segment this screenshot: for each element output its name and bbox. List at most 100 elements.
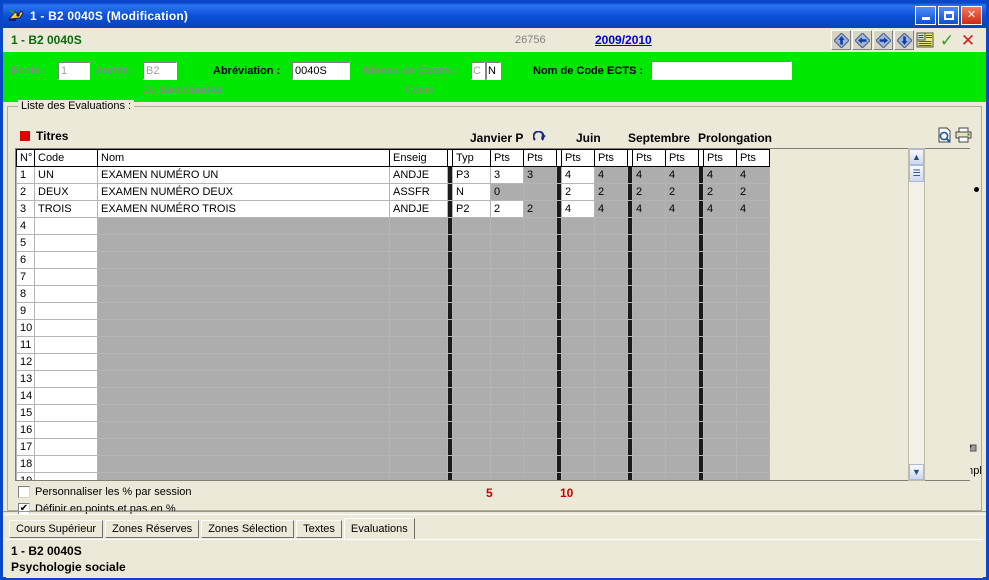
grid-cell[interactable]: 2 [594, 183, 628, 201]
grid-cell[interactable] [703, 455, 737, 473]
grid-cell[interactable] [703, 404, 737, 422]
grid-cell[interactable]: 18 [16, 455, 35, 473]
nav-next-button[interactable] [873, 30, 893, 50]
grid-cell[interactable]: EXAMEN NUMÉRO DEUX [97, 183, 390, 201]
grid-cell[interactable] [389, 251, 448, 269]
grid-cell[interactable]: UN [34, 166, 98, 184]
redo-icon[interactable] [532, 130, 547, 147]
grid-cell[interactable] [490, 370, 524, 388]
grid-cell[interactable] [736, 421, 770, 439]
grid-cell[interactable] [97, 251, 390, 269]
table-row[interactable]: 4 [16, 217, 770, 235]
grid-cell[interactable] [736, 268, 770, 286]
grid-cell[interactable]: 13 [16, 370, 35, 388]
grid-cell[interactable] [452, 336, 491, 354]
grid-cell[interactable] [97, 217, 390, 235]
grid-cell[interactable]: 3 [490, 166, 524, 184]
grid-cell[interactable] [97, 353, 390, 371]
grid-cell[interactable] [703, 251, 737, 269]
grid-cell[interactable] [561, 319, 595, 337]
grid-cell[interactable]: 4 [594, 166, 628, 184]
scroll-up-button[interactable]: ▲ [909, 149, 924, 165]
table-row[interactable]: 17 [16, 438, 770, 456]
grid-cell[interactable] [523, 472, 557, 480]
grid-cell[interactable]: 16 [16, 421, 35, 439]
grid-cell[interactable] [594, 404, 628, 422]
grid-cell[interactable]: 6 [16, 251, 35, 269]
table-row[interactable]: 16 [16, 421, 770, 439]
grid-cell[interactable]: 2 [665, 183, 699, 201]
grid-col-pts[interactable]: Pts [703, 149, 737, 167]
grid-vertical-scrollbar[interactable]: ▲ ☰ ▼ [908, 148, 925, 481]
grid-cell[interactable] [736, 251, 770, 269]
grid-cell[interactable]: 14 [16, 387, 35, 405]
grid-cell[interactable]: 4 [632, 166, 666, 184]
niveau-type-field[interactable] [486, 62, 501, 80]
grid-cell[interactable] [736, 302, 770, 320]
grid-cell[interactable] [665, 336, 699, 354]
minimize-button[interactable] [915, 6, 936, 25]
grid-cell[interactable] [561, 251, 595, 269]
grid-cell[interactable] [594, 319, 628, 337]
grid-cell[interactable] [389, 370, 448, 388]
grid-cell[interactable] [632, 268, 666, 286]
grid-cell[interactable]: N [452, 183, 491, 201]
grid-cell[interactable]: 15 [16, 404, 35, 422]
grid-cell[interactable] [632, 302, 666, 320]
grid-cell[interactable] [389, 438, 448, 456]
grid-cell[interactable]: 2 [632, 183, 666, 201]
grid-cell[interactable] [703, 285, 737, 303]
grid-cell[interactable] [490, 302, 524, 320]
grid-cell[interactable] [665, 319, 699, 337]
grid-cell[interactable] [523, 336, 557, 354]
table-row[interactable]: 1 UN EXAMEN NUMÉRO UN ANDJE P3 3 3 4 4 4 4 4 4 [16, 166, 770, 184]
table-row[interactable]: 14 [16, 387, 770, 405]
grid-cell[interactable] [594, 353, 628, 371]
tab-evaluations[interactable]: Evaluations [343, 518, 415, 539]
grid-cell[interactable] [452, 404, 491, 422]
grid-col-pts[interactable]: Pts [523, 149, 557, 167]
niveau-code-field[interactable] [471, 62, 485, 80]
grid-cell[interactable]: 1 [16, 166, 35, 184]
grid-cell[interactable]: 17 [16, 438, 35, 456]
grid-cell[interactable] [34, 438, 98, 456]
grid-cell[interactable] [561, 285, 595, 303]
grid-cell[interactable] [523, 302, 557, 320]
grid-cell[interactable]: 7 [16, 268, 35, 286]
grid-cell[interactable]: 3 [16, 200, 35, 218]
grid-cell[interactable] [490, 353, 524, 371]
nav-last-button[interactable] [894, 30, 914, 50]
grid-cell[interactable] [665, 353, 699, 371]
personnaliser-option[interactable]: Personnaliser les % par session [18, 486, 192, 498]
grid-cell[interactable]: 2 [736, 183, 770, 201]
grid-cell[interactable]: EXAMEN NUMÉRO UN [97, 166, 390, 184]
personnaliser-checkbox[interactable] [18, 486, 30, 498]
grid-cell[interactable] [594, 251, 628, 269]
grid-cell[interactable] [452, 251, 491, 269]
grid-cell[interactable] [452, 438, 491, 456]
grid-cell[interactable] [594, 472, 628, 480]
grid-cell[interactable]: EXAMEN NUMÉRO TROIS [97, 200, 390, 218]
table-row[interactable]: 13 [16, 370, 770, 388]
grid-cell[interactable] [490, 455, 524, 473]
confirm-button[interactable]: ✓ [937, 30, 957, 50]
grid-cell[interactable] [736, 319, 770, 337]
grid-cell[interactable]: 4 [665, 200, 699, 218]
grid-cell[interactable] [97, 370, 390, 388]
grid-cell[interactable]: P2 [452, 200, 491, 218]
grid-col-enseig[interactable]: Enseig [389, 149, 448, 167]
grid-cell[interactable] [632, 319, 666, 337]
grid-cell[interactable] [389, 336, 448, 354]
grid-cell[interactable] [452, 285, 491, 303]
grid-cell[interactable] [665, 234, 699, 252]
grid-cell[interactable] [736, 234, 770, 252]
grid-cell[interactable] [665, 438, 699, 456]
nav-prev-button[interactable] [852, 30, 872, 50]
grid-cell[interactable] [594, 285, 628, 303]
grid-cell[interactable]: ANDJE [389, 166, 448, 184]
table-row[interactable]: 6 [16, 251, 770, 269]
grid-cell[interactable] [632, 438, 666, 456]
grid-cell[interactable] [665, 387, 699, 405]
tab-textes[interactable]: Textes [296, 520, 342, 538]
grid-cell[interactable]: 0 [490, 183, 524, 201]
